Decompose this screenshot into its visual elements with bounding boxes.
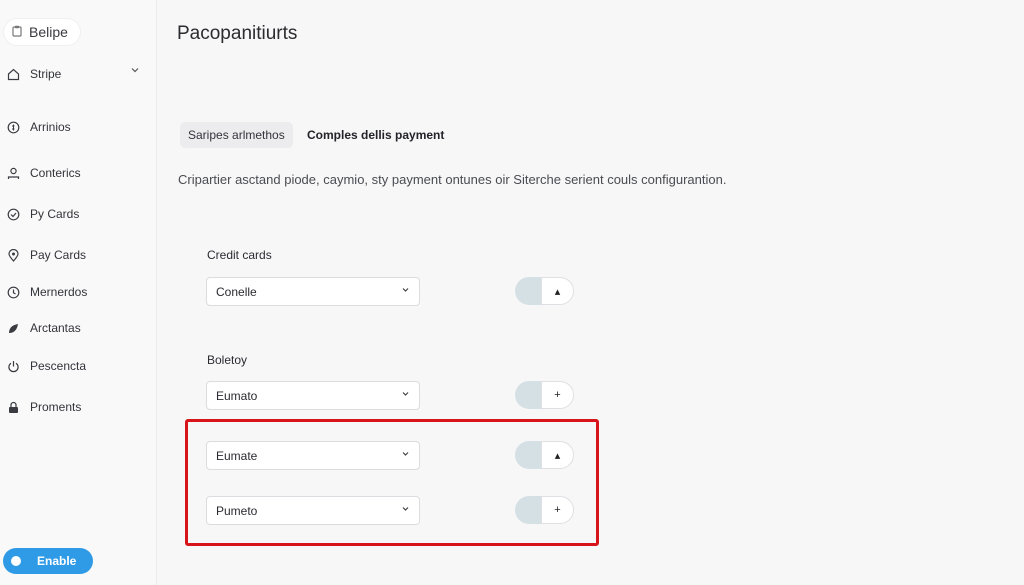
sidebar-item-pay-cards[interactable]: Pay Cards [6, 244, 146, 266]
sidebar-item-label: Stripe [30, 67, 62, 81]
boleto-select-2[interactable]: Eumate [206, 441, 420, 470]
plus-icon[interactable]: + [541, 381, 574, 409]
clipboard-icon [12, 25, 22, 40]
boleto-toggle-1[interactable]: + [515, 381, 574, 409]
sidebar-item-label: Pay Cards [30, 248, 87, 262]
toggle-track [515, 496, 543, 524]
section-label-boletoy: Boletoy [207, 353, 248, 367]
chevron-down-icon [401, 449, 410, 461]
boleto-toggle-3[interactable]: + [515, 496, 574, 524]
leaf-icon [6, 321, 20, 335]
sidebar-item-label: Arctantas [30, 321, 81, 335]
credit-card-select[interactable]: Conelle [206, 277, 420, 306]
toggle-track [515, 277, 543, 305]
select-value: Eumate [216, 448, 258, 463]
page-description: Cripartier asctand piode, caymio, sty pa… [178, 172, 727, 187]
chevron-down-icon [401, 389, 410, 401]
brand-badge[interactable]: Belipe [4, 19, 80, 45]
boleto-select-3[interactable]: Pumeto [206, 496, 420, 525]
boleto-toggle-2[interactable]: ▴ [515, 441, 574, 469]
location-pin-icon [6, 248, 20, 262]
sidebar-item-label: Mernerdos [30, 285, 88, 299]
sidebar: Belipe Stripe Arrinios Conterics Py Card… [0, 0, 157, 585]
check-circle-icon [6, 207, 20, 221]
lock-icon [6, 400, 20, 414]
select-value: Pumeto [216, 503, 258, 518]
plus-icon[interactable]: + [541, 496, 574, 524]
sidebar-item-label: Arrinios [30, 120, 71, 134]
tab-comples-dellis-payment[interactable]: Comples dellis payment [305, 122, 446, 148]
sidebar-item-mernerdos[interactable]: Mernerdos [6, 281, 146, 303]
sidebar-item-arrinios[interactable]: Arrinios [6, 116, 146, 138]
sidebar-item-label: Conterics [30, 166, 81, 180]
caret-up-icon[interactable]: ▴ [541, 277, 574, 305]
sidebar-item-py-cards[interactable]: Py Cards [6, 203, 146, 225]
toggle-track [515, 441, 543, 469]
chevron-down-icon[interactable] [130, 65, 140, 78]
credit-card-toggle[interactable]: ▴ [515, 277, 574, 305]
user-icon [6, 166, 20, 180]
sidebar-item-conterics[interactable]: Conterics [6, 162, 146, 184]
coin-icon [6, 120, 20, 134]
section-label-credit-cards: Credit cards [207, 248, 272, 262]
brand-label: Belipe [29, 24, 68, 40]
sidebar-item-label: Pescencta [30, 359, 87, 373]
select-value: Eumato [216, 388, 258, 403]
sidebar-item-proments[interactable]: Proments [6, 396, 146, 418]
chevron-down-icon [401, 504, 410, 516]
home-icon [6, 67, 20, 81]
sidebar-item-arctantas[interactable]: Arctantas [6, 317, 146, 339]
sidebar-item-stripe[interactable]: Stripe [6, 63, 146, 85]
enable-toggle[interactable]: Enable [3, 548, 93, 574]
boleto-select-1[interactable]: Eumato [206, 381, 420, 410]
sidebar-item-label: Py Cards [30, 207, 80, 221]
tab-saripes-arlmethos[interactable]: Saripes arlmethos [180, 122, 293, 148]
enable-label: Enable [37, 554, 77, 568]
toggle-knob [7, 552, 25, 570]
power-icon [6, 359, 20, 373]
select-value: Conelle [216, 284, 257, 299]
main-content: Pacopanitiurts Saripes arlmethos Comples… [158, 0, 1024, 585]
clock-icon [6, 285, 20, 299]
toggle-track [515, 381, 543, 409]
sidebar-item-pescencta[interactable]: Pescencta [6, 355, 146, 377]
chevron-down-icon [401, 285, 410, 297]
caret-up-icon[interactable]: ▴ [541, 441, 574, 469]
page-title: Pacopanitiurts [177, 23, 298, 44]
sidebar-item-label: Proments [30, 400, 82, 414]
